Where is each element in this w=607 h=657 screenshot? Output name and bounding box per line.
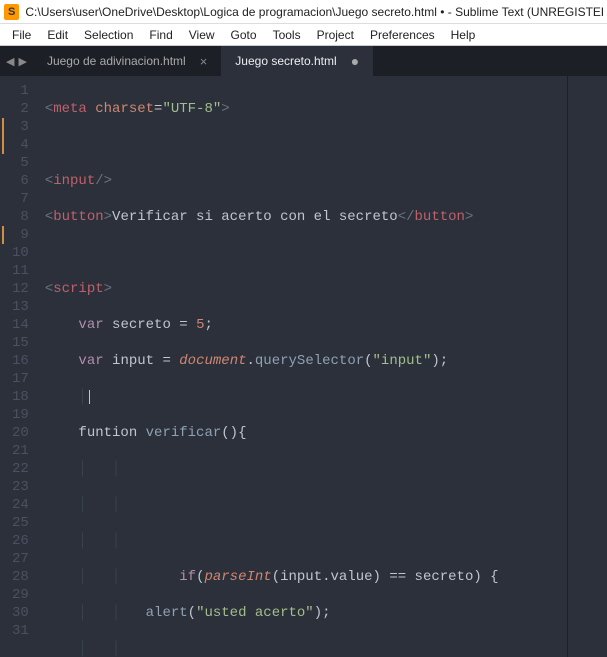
- tab-inactive[interactable]: Juego de adivinacion.html ×: [33, 46, 221, 76]
- minimap[interactable]: [567, 76, 607, 657]
- line-number: 27: [12, 550, 29, 568]
- nav-back-icon[interactable]: ◀: [6, 55, 14, 68]
- tab-label: Juego secreto.html: [235, 54, 336, 68]
- line-number: 16: [12, 352, 29, 370]
- line-number: 21: [12, 442, 29, 460]
- menu-file[interactable]: File: [4, 26, 39, 44]
- menu-tools[interactable]: Tools: [265, 26, 309, 44]
- line-number: 12: [12, 280, 29, 298]
- line-number: 1: [12, 82, 29, 100]
- menu-selection[interactable]: Selection: [76, 26, 141, 44]
- line-number: 8: [12, 208, 29, 226]
- line-number: 17: [12, 370, 29, 388]
- menu-preferences[interactable]: Preferences: [362, 26, 443, 44]
- nav-forward-icon[interactable]: ▶: [18, 55, 26, 68]
- line-number: 28: [12, 568, 29, 586]
- line-number: 30: [12, 604, 29, 622]
- menu-help[interactable]: Help: [443, 26, 484, 44]
- window-title: C:\Users\user\OneDrive\Desktop\Logica de…: [25, 5, 603, 19]
- line-number: 22: [12, 460, 29, 478]
- line-number-current: 9: [12, 226, 29, 244]
- line-number: 18: [12, 388, 29, 406]
- line-number: 24: [12, 496, 29, 514]
- menu-bar: File Edit Selection Find View Goto Tools…: [0, 24, 607, 46]
- close-icon[interactable]: ×: [200, 54, 208, 69]
- line-number: 6: [12, 172, 29, 190]
- line-number: 7: [12, 190, 29, 208]
- line-number: 2: [12, 100, 29, 118]
- line-number: 31: [12, 622, 29, 640]
- line-number: 3: [12, 118, 29, 136]
- line-number: 4: [12, 136, 29, 154]
- tab-bar: ◀ ▶ Juego de adivinacion.html × Juego se…: [0, 46, 607, 76]
- editor: 1 2 3 4 5 6 7 8 9 10 11 12 13 14 15 16 1…: [0, 76, 607, 657]
- line-number: 29: [12, 586, 29, 604]
- line-number: 11: [12, 262, 29, 280]
- line-number: 19: [12, 406, 29, 424]
- line-number: 23: [12, 478, 29, 496]
- line-number: 14: [12, 316, 29, 334]
- line-number: 26: [12, 532, 29, 550]
- line-number: 15: [12, 334, 29, 352]
- line-number: 10: [12, 244, 29, 262]
- menu-project[interactable]: Project: [309, 26, 362, 44]
- window-titlebar: S C:\Users\user\OneDrive\Desktop\Logica …: [0, 0, 607, 24]
- app-icon: S: [4, 4, 19, 20]
- tab-nav: ◀ ▶: [0, 46, 33, 76]
- line-number-gutter: 1 2 3 4 5 6 7 8 9 10 11 12 13 14 15 16 1…: [0, 76, 41, 657]
- menu-view[interactable]: View: [181, 26, 223, 44]
- dirty-indicator-icon[interactable]: ●: [351, 53, 359, 69]
- line-number: 25: [12, 514, 29, 532]
- code-area[interactable]: <meta charset="UTF-8"> <input/> <button>…: [41, 76, 567, 657]
- line-number: 5: [12, 154, 29, 172]
- menu-edit[interactable]: Edit: [39, 26, 76, 44]
- tab-label: Juego de adivinacion.html: [47, 54, 186, 68]
- line-number: 13: [12, 298, 29, 316]
- menu-find[interactable]: Find: [141, 26, 180, 44]
- menu-goto[interactable]: Goto: [223, 26, 265, 44]
- line-number: 20: [12, 424, 29, 442]
- tab-active[interactable]: Juego secreto.html ●: [221, 46, 373, 76]
